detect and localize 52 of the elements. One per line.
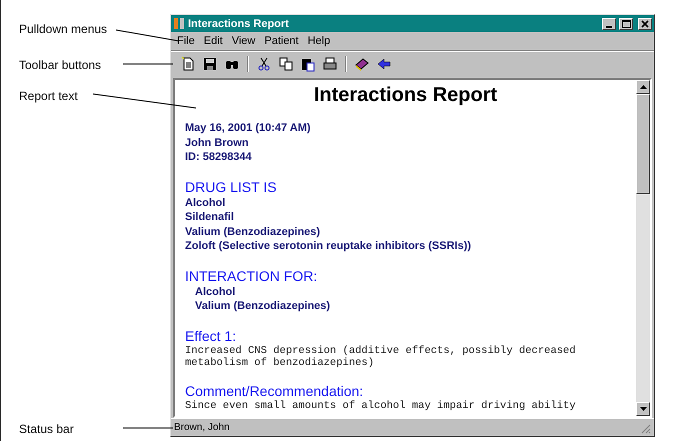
minimize-button[interactable] bbox=[602, 18, 616, 30]
interaction-drug: Alcohol bbox=[194, 284, 236, 299]
callout-label: Report text bbox=[19, 89, 78, 103]
app-icon bbox=[173, 17, 185, 30]
menu-item[interactable]: Edit bbox=[204, 35, 223, 47]
report-title: Interactions Report bbox=[312, 84, 498, 107]
section-heading: DRUG LIST IS bbox=[185, 178, 278, 196]
section-heading: Effect 1: bbox=[185, 328, 238, 344]
back-arrow-icon bbox=[376, 56, 392, 72]
menu-item[interactable]: File bbox=[177, 35, 195, 47]
new-document-icon bbox=[180, 56, 196, 72]
toolbar-button[interactable] bbox=[277, 55, 295, 73]
menu-item[interactable]: Patient bbox=[264, 35, 299, 47]
drug-item: Valium (Benzodiazepines) bbox=[185, 224, 322, 239]
up-arrow-icon bbox=[640, 85, 646, 89]
patient-info: ID: 58298344 bbox=[185, 150, 253, 164]
menu-item[interactable]: View bbox=[232, 35, 256, 47]
printer-icon bbox=[322, 56, 338, 72]
callout-label: Status bar bbox=[19, 422, 74, 436]
leader-line bbox=[116, 30, 180, 42]
patient-info: John Brown bbox=[185, 136, 250, 150]
minimize-icon bbox=[606, 26, 612, 28]
scroll-up-button[interactable] bbox=[636, 80, 650, 94]
drug-item: Sildenafil bbox=[185, 210, 235, 224]
callout-label: Toolbar buttons bbox=[19, 58, 102, 72]
scrollbar[interactable] bbox=[636, 80, 650, 416]
patient-info: May 16, 2001 (10:47 AM) bbox=[185, 121, 312, 136]
close-icon bbox=[641, 20, 649, 28]
section-heading: INTERACTION FOR: bbox=[185, 268, 318, 284]
section-heading: Comment/Recommendation: bbox=[185, 382, 364, 400]
drug-item: Alcohol bbox=[185, 196, 226, 210]
scroll-thumb[interactable] bbox=[636, 94, 650, 194]
status-text: Brown, John bbox=[174, 422, 231, 433]
copy-icon bbox=[278, 56, 294, 72]
paste-icon bbox=[300, 56, 316, 72]
report-paragraph: Since even small amounts of alcohol may impair driving ability bbox=[185, 400, 577, 412]
callout-label: Pulldown menus bbox=[19, 22, 108, 36]
scroll-down-button[interactable] bbox=[636, 402, 650, 416]
toolbar-button[interactable] bbox=[201, 55, 219, 73]
window-title: Interactions Report bbox=[188, 18, 290, 30]
book-icon bbox=[354, 56, 370, 72]
close-button[interactable] bbox=[638, 18, 652, 30]
maximize-button[interactable] bbox=[619, 18, 633, 30]
interaction-drug: Valium (Benzodiazepines) bbox=[194, 299, 332, 314]
maximize-icon bbox=[622, 20, 630, 28]
down-arrow-icon bbox=[640, 407, 646, 411]
menu-item[interactable]: Help bbox=[308, 35, 330, 47]
drug-item: Zoloft (Selective serotonin reuptake inhibitors (SSRIs)) bbox=[185, 239, 472, 254]
report-paragraph: Increased CNS depression (additive effects, possibly decreased metabolism of benzodiazepines) bbox=[185, 344, 577, 368]
save-icon bbox=[202, 56, 218, 72]
resize-grip-icon bbox=[639, 422, 651, 434]
scissors-icon bbox=[256, 56, 272, 72]
